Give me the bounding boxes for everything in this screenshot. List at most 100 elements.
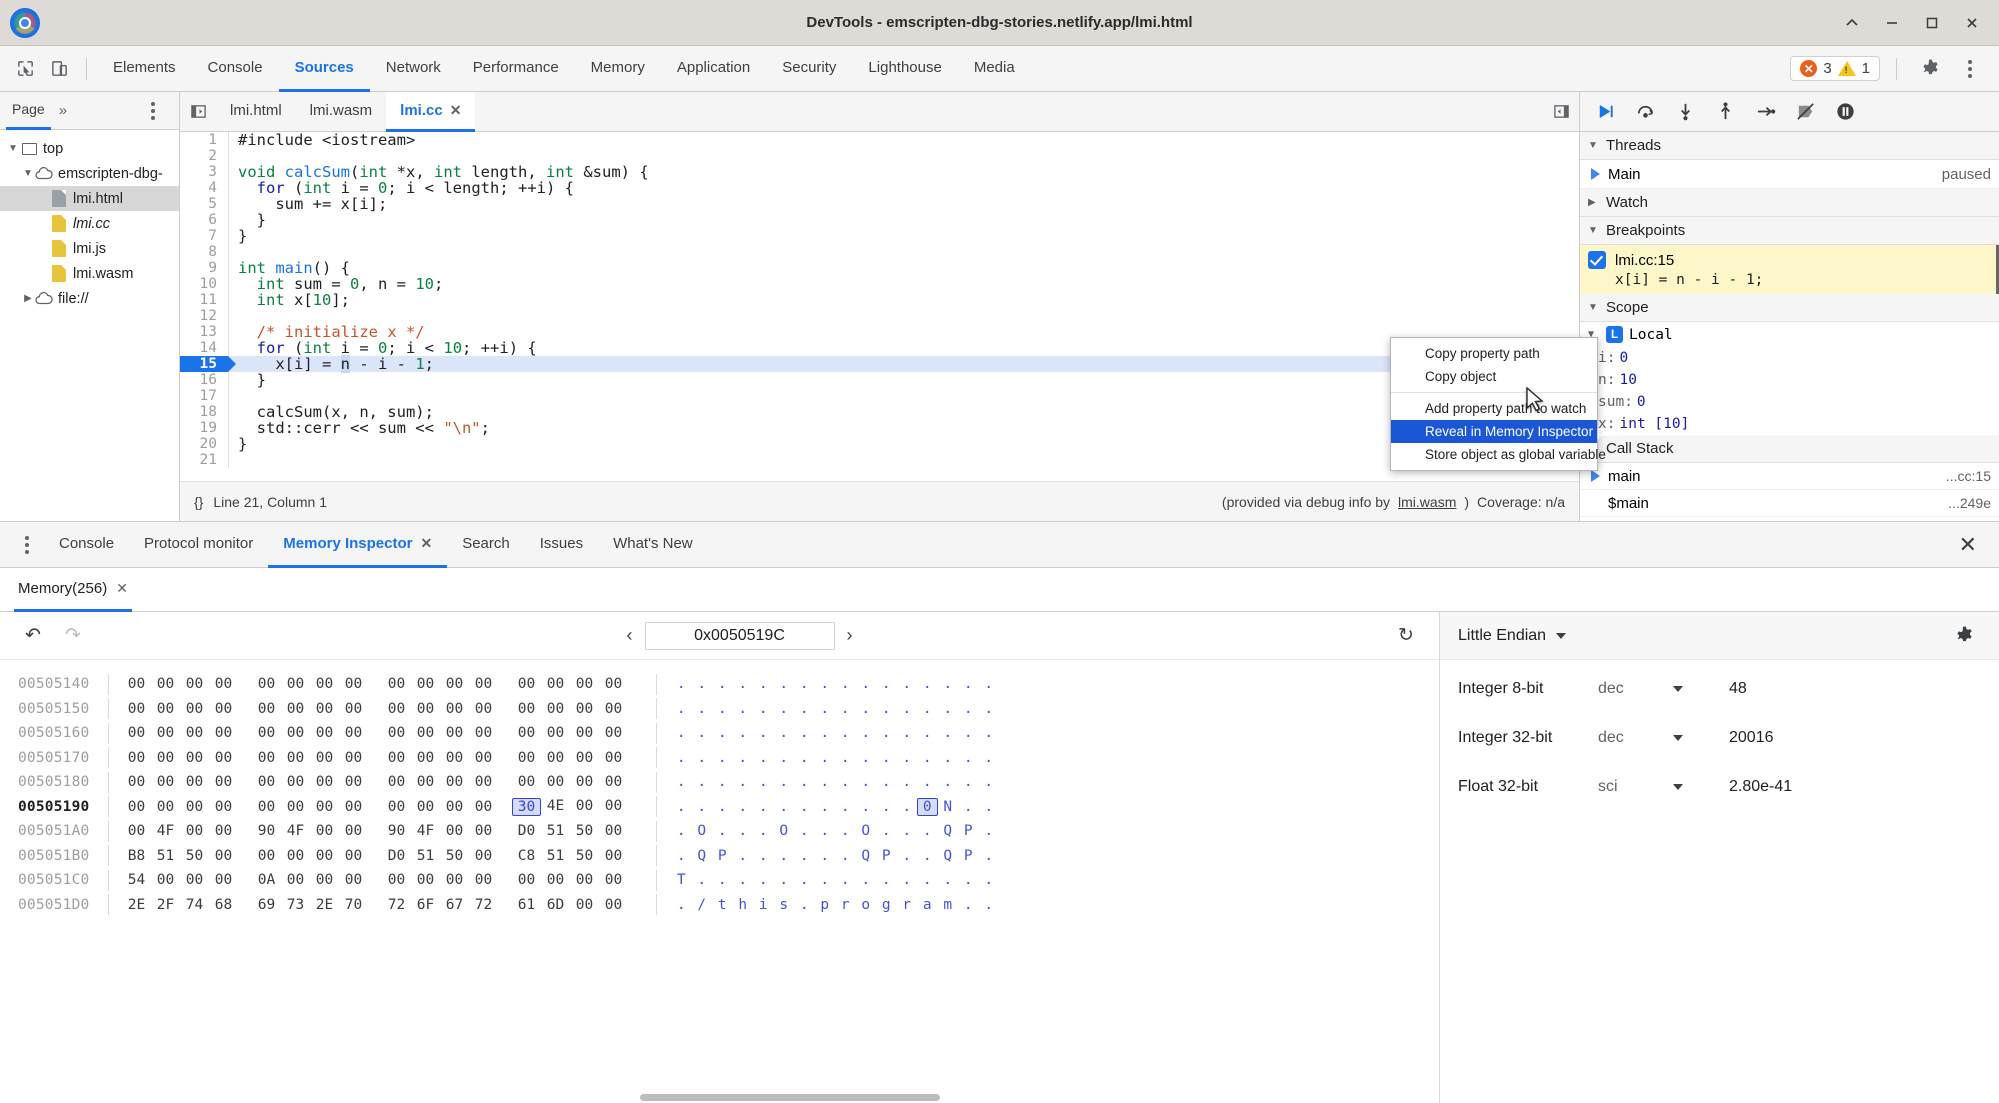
ascii-cell[interactable]: . — [897, 823, 918, 839]
ascii-cell[interactable]: o — [856, 897, 877, 913]
ascii-cell[interactable]: . — [815, 701, 836, 717]
ascii-cell[interactable]: O — [856, 823, 877, 839]
ascii-cell[interactable]: . — [794, 725, 815, 741]
hex-byte[interactable]: 00 — [281, 774, 310, 790]
ascii-cell[interactable]: . — [897, 750, 918, 766]
ascii-cell[interactable]: . — [938, 872, 959, 888]
hex-byte[interactable]: 6D — [541, 897, 570, 913]
hex-byte[interactable]: 4F — [151, 823, 180, 839]
line-number[interactable]: 3 — [180, 164, 228, 180]
ascii-cell[interactable]: . — [794, 676, 815, 692]
hex-byte[interactable]: 00 — [570, 676, 599, 692]
ascii-cell[interactable]: . — [712, 872, 733, 888]
hex-byte[interactable]: 00 — [151, 872, 180, 888]
hex-byte[interactable]: 72 — [469, 897, 498, 913]
hex-byte[interactable]: 00 — [252, 799, 281, 815]
ascii-cell[interactable]: . — [938, 774, 959, 790]
ascii-cell[interactable]: . — [917, 725, 938, 741]
hex-byte[interactable]: 6F — [411, 897, 440, 913]
hex-byte[interactable]: 00 — [252, 774, 281, 790]
ascii-cell[interactable]: . — [979, 725, 1000, 741]
ascii-cell[interactable]: . — [753, 848, 774, 864]
scope-section-header[interactable]: ▼ Scope — [1580, 294, 1999, 322]
ascii-cell[interactable]: . — [835, 774, 856, 790]
hex-byte[interactable]: 00 — [382, 750, 411, 766]
drawer-tab-memory-inspector[interactable]: Memory Inspector ✕ — [268, 522, 448, 568]
ascii-cell[interactable]: i — [753, 897, 774, 913]
ascii-cell[interactable]: . — [794, 774, 815, 790]
ascii-cell[interactable]: . — [815, 799, 836, 815]
hex-byte[interactable]: 00 — [151, 676, 180, 692]
hex-byte[interactable]: 00 — [339, 676, 368, 692]
hex-byte[interactable]: 51 — [541, 823, 570, 839]
ascii-cell[interactable]: . — [753, 750, 774, 766]
hex-byte[interactable]: 00 — [339, 823, 368, 839]
ascii-cell[interactable]: . — [815, 676, 836, 692]
ascii-cell[interactable]: . — [876, 725, 897, 741]
tab-network[interactable]: Network — [370, 46, 457, 92]
hex-byte[interactable]: 00 — [440, 774, 469, 790]
tree-item-lmi.html[interactable]: lmi.html — [0, 186, 179, 211]
hex-byte[interactable]: 00 — [599, 701, 628, 717]
hex-byte[interactable]: 00 — [310, 774, 339, 790]
hex-byte[interactable]: 00 — [440, 872, 469, 888]
ascii-cell[interactable]: . — [753, 701, 774, 717]
ascii-cell[interactable]: t — [712, 897, 733, 913]
drawer-close-icon[interactable]: ✕ — [1947, 532, 1989, 558]
ascii-cell[interactable]: . — [897, 872, 918, 888]
ascii-cell[interactable]: . — [938, 750, 959, 766]
ascii-cell[interactable]: . — [958, 725, 979, 741]
ascii-cell[interactable]: . — [979, 872, 1000, 888]
hex-byte[interactable]: 00 — [310, 725, 339, 741]
ascii-cell[interactable]: Q — [938, 823, 959, 839]
line-number[interactable]: 8 — [180, 244, 228, 260]
hex-byte[interactable]: 50 — [570, 848, 599, 864]
navigator-more-options-icon[interactable] — [139, 94, 173, 128]
ascii-cell[interactable]: . — [835, 676, 856, 692]
hex-byte[interactable]: 00 — [310, 701, 339, 717]
drawer-tab-console[interactable]: Console — [44, 522, 129, 568]
hex-byte[interactable]: 00 — [209, 774, 238, 790]
hex-byte[interactable]: 00 — [411, 774, 440, 790]
editor-tab-lmi-html[interactable]: lmi.html — [216, 92, 296, 132]
drawer-tab-protocol-monitor[interactable]: Protocol monitor — [129, 522, 268, 568]
device-toolbar-icon[interactable] — [42, 52, 76, 86]
ascii-cell[interactable]: . — [692, 750, 713, 766]
ascii-cell[interactable]: . — [835, 823, 856, 839]
ascii-cell[interactable]: . — [712, 750, 733, 766]
ascii-cell[interactable]: . — [917, 872, 938, 888]
hex-byte[interactable]: 00 — [570, 725, 599, 741]
ascii-cell[interactable]: . — [897, 701, 918, 717]
ascii-cell[interactable]: . — [671, 750, 692, 766]
hex-byte[interactable]: 90 — [382, 823, 411, 839]
line-number[interactable]: 2 — [180, 148, 228, 164]
line-number[interactable]: 12 — [180, 308, 228, 324]
ascii-cell[interactable]: . — [958, 799, 979, 815]
close-icon[interactable] — [1953, 7, 1991, 39]
hex-byte[interactable]: 00 — [382, 774, 411, 790]
hex-byte[interactable]: 00 — [570, 774, 599, 790]
hex-byte[interactable]: 00 — [411, 799, 440, 815]
hex-byte[interactable]: 00 — [252, 701, 281, 717]
ascii-cell[interactable]: . — [917, 774, 938, 790]
hex-byte[interactable]: 00 — [599, 823, 628, 839]
hex-byte[interactable]: 00 — [281, 848, 310, 864]
ascii-cell[interactable]: T — [671, 872, 692, 888]
hex-byte[interactable]: 00 — [440, 725, 469, 741]
ascii-cell[interactable]: . — [815, 725, 836, 741]
ascii-cell[interactable]: . — [938, 701, 959, 717]
ascii-cell[interactable]: . — [692, 676, 713, 692]
hex-byte[interactable]: 00 — [209, 701, 238, 717]
scope-var-sum[interactable]: sum: 0 — [1580, 391, 1999, 413]
ascii-cell[interactable]: r — [897, 897, 918, 913]
hex-byte[interactable]: 00 — [151, 701, 180, 717]
hex-byte[interactable]: 50 — [180, 848, 209, 864]
hex-byte[interactable]: 00 — [599, 725, 628, 741]
hex-byte[interactable]: 00 — [209, 725, 238, 741]
ascii-cell[interactable]: . — [876, 701, 897, 717]
ascii-cell[interactable]: . — [856, 676, 877, 692]
callstack-frame[interactable]: main ...cc:15 — [1580, 463, 1999, 490]
ascii-cell[interactable]: . — [917, 848, 938, 864]
hex-byte[interactable]: 0A — [252, 872, 281, 888]
hex-byte[interactable]: 00 — [512, 774, 541, 790]
